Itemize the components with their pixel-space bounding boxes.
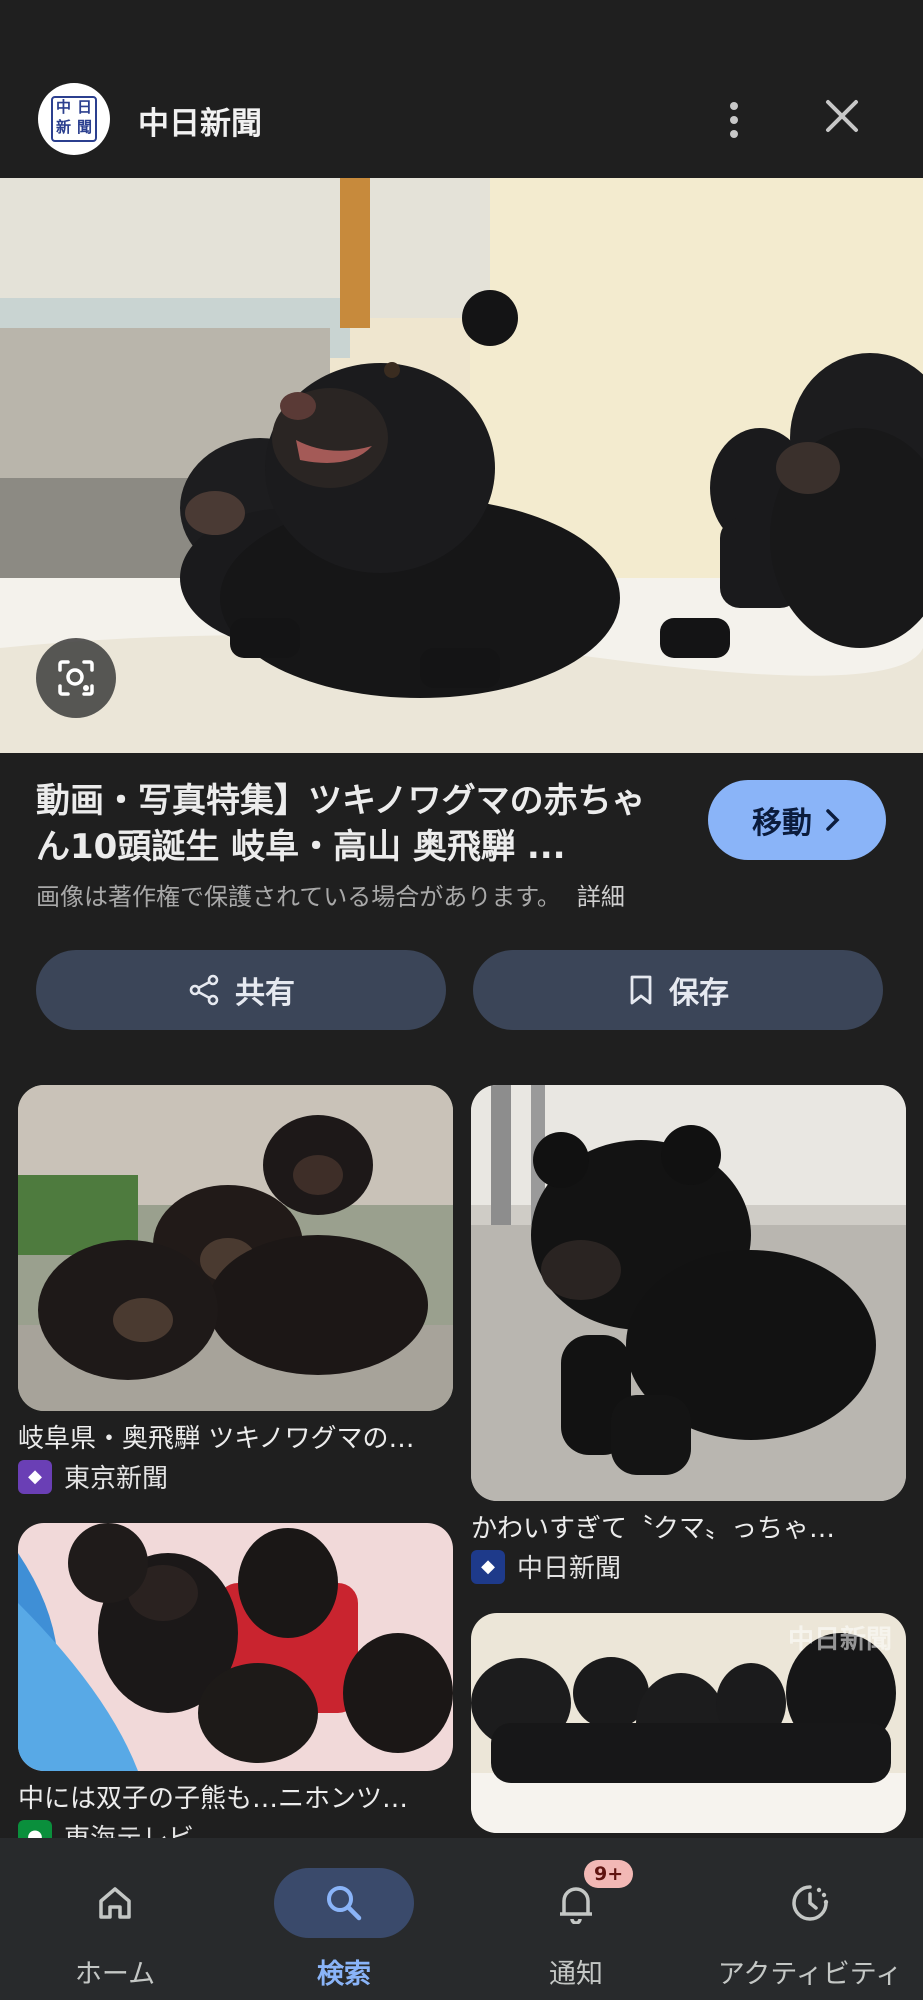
visit-label: 移動 [752, 806, 812, 841]
related-caption-1[interactable]: 岐阜県・奥飛騨 ツキノワグマの… [18, 1418, 453, 1455]
copyright-notice: 画像は著作権で保護されている場合があります。 詳細 [36, 883, 625, 911]
save-label: 保存 [669, 976, 729, 1011]
nav-home[interactable]: ホーム [45, 1838, 185, 2000]
hero-image[interactable] [0, 178, 923, 753]
activity-icon [792, 1885, 829, 1921]
related-caption-3[interactable]: 中には双子の子熊も…ニホンツ… [18, 1778, 453, 1815]
more-vert-icon[interactable] [718, 96, 750, 144]
chunichi-favicon-icon: ◆ [471, 1549, 505, 1584]
source-name: 中日新聞 [138, 106, 262, 142]
lens-search-button[interactable] [36, 638, 116, 718]
share-icon [189, 974, 219, 1006]
source-logo: 中日 新聞 [38, 83, 110, 155]
home-icon [99, 1887, 131, 1919]
tokyo-shimbun-favicon-icon: ◆ [18, 1459, 52, 1494]
notification-badge: 9+ [584, 1860, 634, 1888]
chunichi-logo-icon: 中日 新聞 [51, 96, 97, 142]
nav-home-label: ホーム [74, 1959, 156, 1990]
image-watermark: 中日新聞 [787, 1625, 892, 1655]
related-source-1: ◆ 東京新聞 [18, 1458, 168, 1495]
nav-activity[interactable]: アクティビティ [700, 1838, 920, 2000]
share-label: 共有 [235, 976, 295, 1011]
save-button[interactable]: 保存 [473, 950, 883, 1030]
related-image-1[interactable] [18, 1085, 453, 1411]
detail-link[interactable]: 詳細 [577, 883, 625, 911]
close-icon[interactable] [822, 96, 862, 136]
visit-button[interactable]: 移動 [708, 780, 886, 860]
bookmark-icon [630, 975, 652, 1005]
related-image-2[interactable] [471, 1085, 906, 1501]
nav-notifications-label: 通知 [549, 1959, 603, 1990]
search-icon [327, 1886, 362, 1921]
share-button[interactable]: 共有 [36, 950, 446, 1030]
lens-icon [58, 660, 94, 696]
related-caption-2[interactable]: かわいすぎて〝クマ〟っちゃ… [471, 1508, 906, 1545]
related-image-4[interactable]: 中日新聞 [471, 1613, 906, 1833]
nav-search[interactable]: 検索 [274, 1838, 414, 2000]
related-source-2: ◆ 中日新聞 [471, 1548, 621, 1585]
nav-activity-label: アクティビティ [717, 1959, 903, 1990]
nav-search-label: 検索 [317, 1959, 371, 1990]
nav-notifications[interactable]: 9+ 通知 [506, 1838, 646, 2000]
result-title[interactable]: 動画・写真特集】ツキノワグマの赤ちゃん10頭誕生 岐阜・高山 奥飛騨 ... [36, 778, 676, 870]
bell-icon [560, 1887, 592, 1924]
chevron-right-icon [826, 809, 840, 831]
related-image-3[interactable] [18, 1523, 453, 1771]
